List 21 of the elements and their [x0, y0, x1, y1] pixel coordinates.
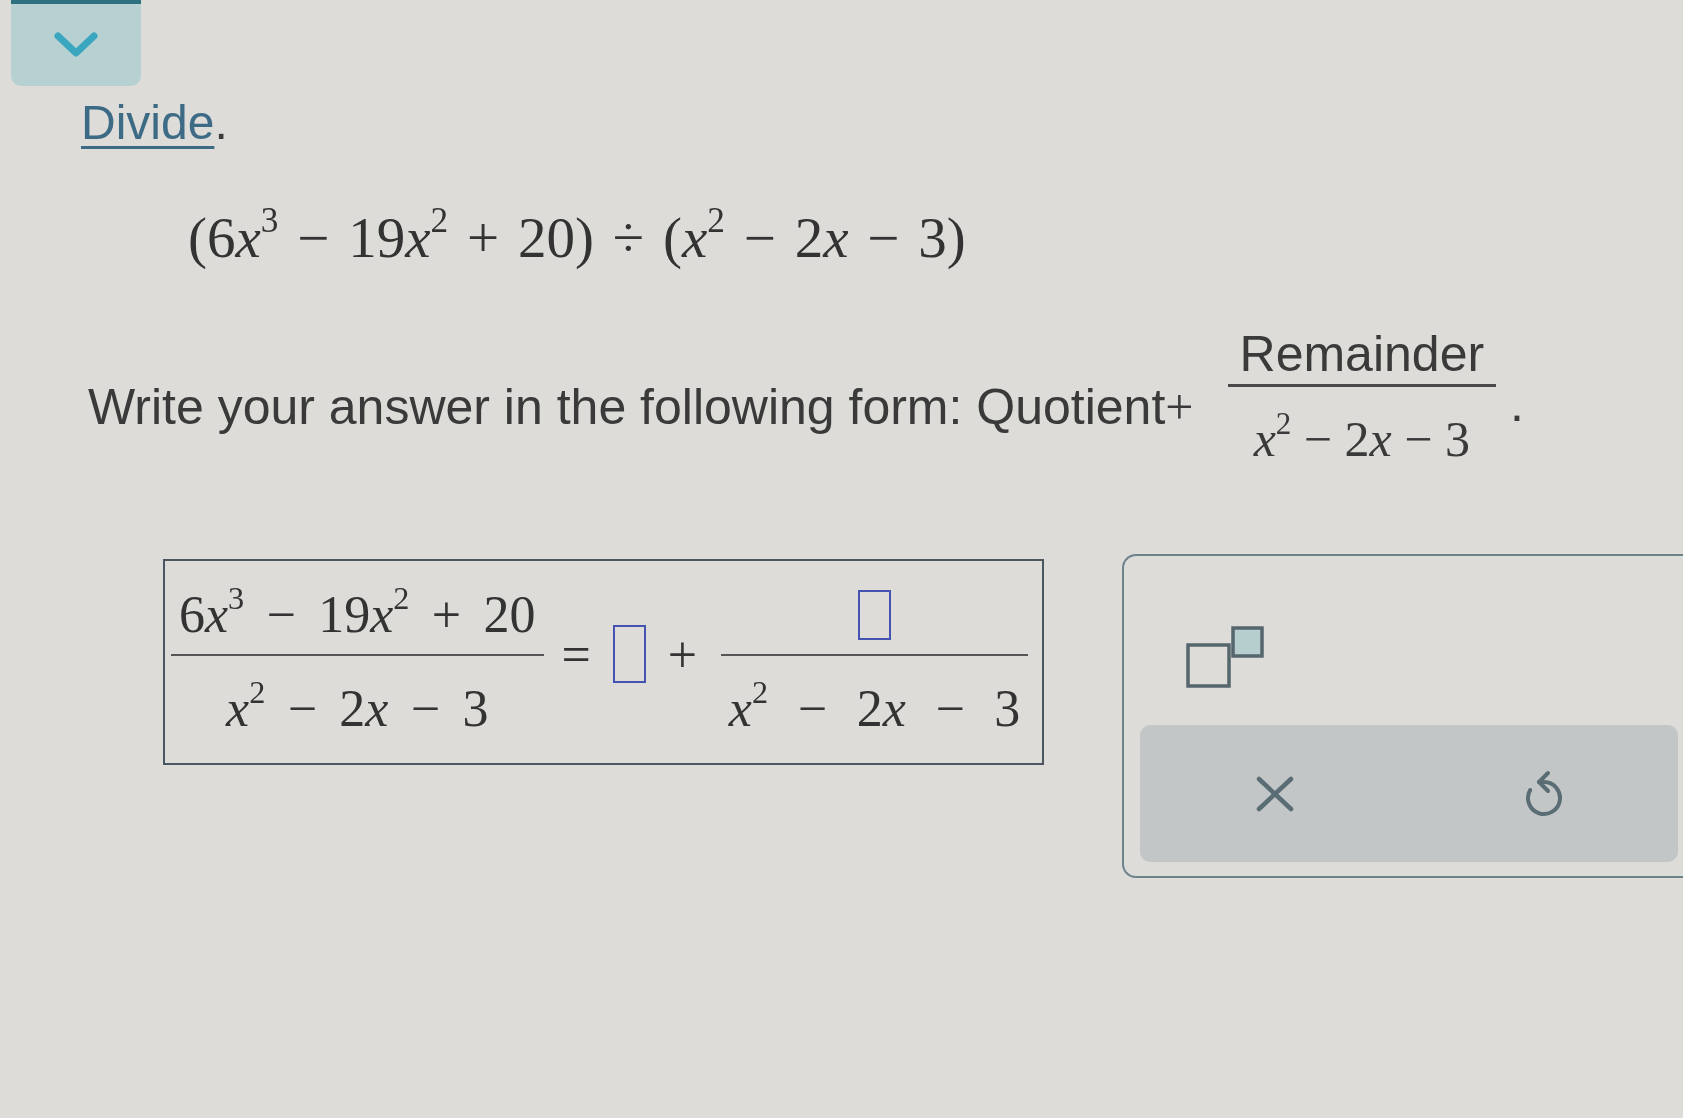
instruction-text: Write your answer in the following form: Quotient: [88, 378, 1166, 436]
answer-field[interactable]: [858, 589, 892, 640]
collapse-button[interactable]: [11, 0, 141, 86]
fraction-numerator: 6x$^{3}$ − 19x$^{2}$ + 20: [178, 578, 537, 645]
superscript-button[interactable]: [1186, 626, 1264, 688]
undo-arrow-icon: [1524, 770, 1563, 817]
problem-heading: Divide.: [81, 95, 228, 151]
fraction-denominator: x$^{2}$ − 2x − 3: [224, 673, 490, 740]
plus-sign: +: [667, 624, 698, 684]
fraction-denominator: x$^{2}$ − 2x − 3: [727, 673, 1022, 740]
x-icon: [1255, 775, 1294, 812]
fraction-denominator: x$^{2}$ − 2x − 3: [1252, 404, 1471, 469]
divide-link[interactable]: Divide: [81, 96, 215, 149]
answer-field[interactable]: [612, 625, 646, 683]
fraction-numerator: Remainder: [1238, 325, 1486, 384]
plus-sign: +: [1165, 378, 1194, 436]
equals-sign: =: [561, 624, 591, 684]
chevron-down-icon: [53, 31, 99, 59]
period-mark: .: [1510, 374, 1524, 433]
superscript-template-icon: [1186, 626, 1264, 688]
math-expression: (6x$^{3}$ − 19x$^{2}$ + 20) ÷ (x$^{2}$ − 2x − 3): [188, 202, 966, 271]
